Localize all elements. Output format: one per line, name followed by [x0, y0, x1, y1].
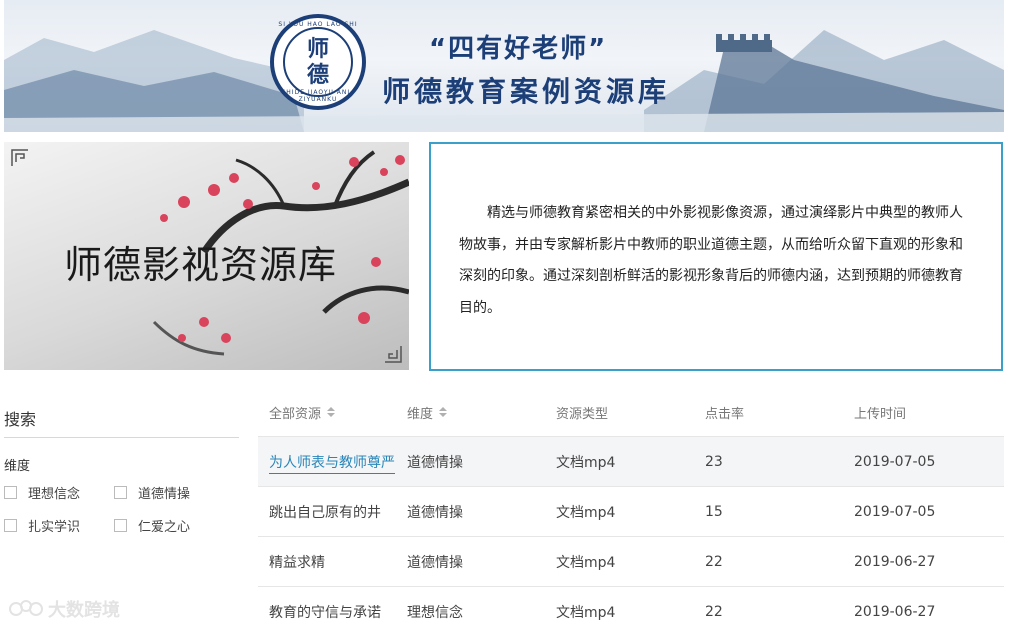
resource-title-link[interactable]: 精益求精 [269, 555, 325, 571]
filter-label: 道德情操 [138, 487, 191, 502]
column-header-label: 资源类型 [556, 406, 609, 422]
checkbox-icon[interactable] [4, 486, 17, 499]
column-header-label: 点击率 [705, 406, 745, 422]
resource-title-link[interactable]: 跳出自己原有的井 [269, 505, 381, 521]
dimension-cell: 道德情操 [407, 454, 463, 471]
dimension-cell: 道德情操 [407, 504, 463, 521]
watermark-logo-icon [9, 600, 43, 616]
table-header: 全部资源 维度 资源类型 点击率 上传时间 [258, 388, 1004, 436]
filter-checkbox-zhashixueshi[interactable]: 扎实学识 [4, 516, 80, 535]
table-row[interactable]: 为人师表与教师尊严 道德情操 文档mp4 23 2019-07-05 [258, 436, 1004, 486]
checkbox-icon[interactable] [4, 519, 17, 532]
description-box: 精选与师德教育紧密相关的中外影视影像资源，通过演绎影片中典型的教师人物故事，并由… [429, 142, 1003, 371]
date-cell: 2019-07-05 [854, 453, 936, 470]
dimension-cell: 道德情操 [407, 554, 463, 571]
banner-title: 师德教育案例资源库 [382, 75, 671, 108]
date-cell: 2019-07-05 [854, 503, 936, 520]
logo-char-1: 师 [306, 36, 329, 62]
resource-title-link[interactable]: 为人师表与教师尊严 [269, 454, 395, 474]
divider [4, 437, 239, 438]
banner-subtitle: “四有好老师” [429, 34, 608, 64]
description-text: 精选与师德教育紧密相关的中外影视影像资源，通过演绎影片中典型的教师人物故事，并由… [459, 205, 963, 316]
dimension-cell: 理想信念 [407, 604, 463, 621]
logo: SI YOU HAO LAO SHI 师 德 SHIDE JIAOYU ANLI… [270, 14, 366, 110]
filter-checkbox-lixiangxinnian[interactable]: 理想信念 [4, 483, 80, 502]
clicks-cell: 22 [705, 603, 723, 620]
header-banner: SI YOU HAO LAO SHI 师 德 SHIDE JIAOYU ANLI… [4, 0, 1004, 132]
column-header-all[interactable]: 全部资源 [258, 403, 407, 422]
column-header-clicks: 点击率 [705, 403, 854, 422]
column-header-label: 全部资源 [269, 406, 322, 422]
sort-icon[interactable] [327, 407, 336, 417]
column-header-label: 上传时间 [854, 406, 907, 422]
type-cell: 文档mp4 [556, 504, 616, 521]
type-cell: 文档mp4 [556, 554, 616, 571]
clicks-cell: 22 [705, 553, 723, 570]
filter-checkbox-daodeqingcao[interactable]: 道德情操 [114, 483, 190, 502]
date-cell: 2019-06-27 [854, 603, 936, 620]
column-header-date: 上传时间 [854, 403, 1004, 422]
column-header-dimension[interactable]: 维度 [407, 403, 556, 422]
table-row[interactable]: 精益求精 道德情操 文档mp4 22 2019-06-27 [258, 536, 1004, 586]
search-heading: 搜索 [4, 410, 37, 429]
logo-ring-bottom-text: SHIDE JIAOYU ANLI ZIYUANKU [281, 89, 355, 103]
date-cell: 2019-06-27 [854, 553, 936, 570]
resource-title-link[interactable]: 教育的守信与承诺 [269, 605, 381, 621]
clicks-cell: 23 [705, 453, 723, 470]
mountain-landscape [4, 30, 1004, 132]
logo-ring-top-text: SI YOU HAO LAO SHI [278, 21, 358, 28]
feature-image: 师德影视资源库 [4, 142, 409, 370]
checkbox-icon[interactable] [114, 486, 127, 499]
sort-icon[interactable] [439, 407, 448, 417]
clicks-cell: 15 [705, 503, 723, 520]
watermark-text: 大数跨境 [48, 600, 120, 621]
column-header-label: 维度 [407, 406, 434, 422]
filter-label: 理想信念 [28, 487, 81, 502]
checkbox-icon[interactable] [114, 519, 127, 532]
corner-ornament-icon [11, 149, 28, 166]
table-row[interactable]: 跳出自己原有的井 道德情操 文档mp4 15 2019-07-05 [258, 486, 1004, 536]
table-row[interactable]: 教育的守信与承诺 理想信念 文档mp4 22 2019-06-27 [258, 586, 1004, 630]
type-cell: 文档mp4 [556, 604, 616, 621]
filter-checkbox-renaizhixin[interactable]: 仁爱之心 [114, 516, 190, 535]
filter-label: 仁爱之心 [138, 520, 191, 535]
dimension-heading: 维度 [4, 459, 31, 474]
column-header-type: 资源类型 [556, 403, 705, 422]
corner-ornament-icon [385, 346, 402, 363]
filter-label: 扎实学识 [28, 520, 81, 535]
logo-char-2: 德 [306, 62, 329, 88]
type-cell: 文档mp4 [556, 454, 616, 471]
watermark: 大数跨境 [8, 596, 120, 622]
feature-title: 师德影视资源库 [64, 243, 338, 287]
resource-table: 全部资源 维度 资源类型 点击率 上传时间 为人师表与教师尊严 道德情操 文档m… [258, 388, 1004, 630]
